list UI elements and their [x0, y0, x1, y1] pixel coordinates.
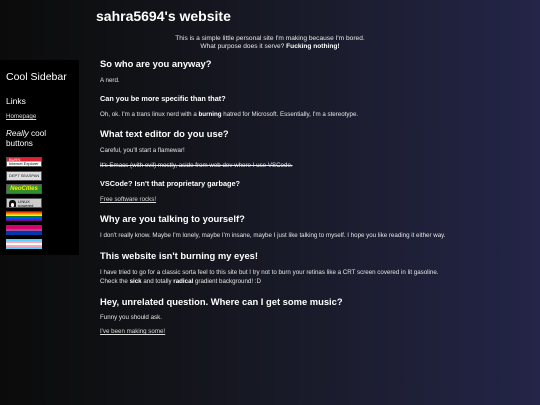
heading-who-are-you: So who are you anyway?	[100, 58, 212, 69]
intro-line-2: What purpose does it serve? Fucking noth…	[120, 43, 420, 51]
intro-text: This is a simple little personal site I'…	[120, 35, 420, 51]
answer-nerd: A nerd.	[100, 77, 120, 84]
links-heading: Links	[6, 96, 26, 106]
gradient-sick: sick	[129, 277, 142, 285]
answer-talking: I don't really know. Maybe I'm lonely, m…	[100, 232, 446, 239]
answer-emacs: It's Emacs (with evil) mostly, aside fro…	[100, 162, 293, 169]
heading-music: Hey, unrelated question. Where can I get…	[100, 296, 343, 307]
free-software-link[interactable]: Free software rocks!	[100, 196, 156, 205]
answer-specific-pre: Oh, ok. I'm a trans linux nerd with a	[100, 111, 199, 118]
answer-specific-post: hatred for Microsoft. Essentially, I'm a…	[221, 111, 359, 118]
answer-funny: Funny you should ask.	[100, 314, 162, 321]
cool-italic: Really	[6, 129, 29, 138]
rainbow-flag	[6, 211, 42, 222]
linux-badge-line2: powered	[18, 202, 34, 208]
answer-flamewar: Careful, you'll start a flamewar!	[100, 147, 185, 154]
heading-burning-eyes: This website isn't burning my eyes!	[100, 250, 258, 261]
gradient-radical: radical	[173, 277, 194, 285]
heading-talking-to-yourself: Why are you talking to yourself?	[100, 213, 245, 224]
heading-vscode: VSCode? Isn't that proprietary garbage?	[100, 179, 240, 188]
badge-list: BURN Internet Explorer DEPT SEASPAN NeoC…	[6, 157, 74, 252]
cool-line2: buttons	[6, 139, 33, 148]
answer-gradient: Check the sick and totally radical gradi…	[100, 278, 261, 287]
intro-answer: Fucking nothing!	[286, 43, 340, 50]
sidebar: Cool Sidebar Links Homepage Really cool …	[0, 60, 79, 255]
intro-line-1: This is a simple little personal site I'…	[175, 35, 365, 42]
bi-flag	[6, 224, 42, 235]
answer-specific-bold: burning	[198, 111, 222, 118]
answer-specific: Oh, ok. I'm a trans linux nerd with a bu…	[100, 111, 358, 120]
neocities-badge[interactable]: NeoCities	[6, 184, 42, 195]
gradient-pre: Check the	[100, 277, 130, 285]
heading-more-specific: Can you be more specific than that?	[100, 94, 226, 103]
linux-badge[interactable]: LINUX powered	[6, 197, 42, 208]
penguin-icon	[9, 199, 16, 207]
gradient-mid: and totally	[141, 277, 174, 285]
cool-buttons-heading: Really cool buttons	[6, 129, 74, 149]
burn-ie-badge[interactable]: BURN Internet Explorer	[6, 157, 42, 167]
dept-badge[interactable]: DEPT SEASPAN	[6, 170, 42, 181]
burn-badge-line2: Internet Explorer	[9, 161, 39, 166]
heading-text-editor: What text editor do you use?	[100, 128, 229, 139]
music-link[interactable]: I've been making some!	[100, 328, 165, 337]
trans-flag	[6, 238, 42, 249]
cool-rest: cool	[28, 129, 47, 138]
answer-crt: I have tried to go for a classic sorta f…	[100, 269, 439, 276]
site-title: sahra5694's website	[96, 8, 231, 24]
gradient-post: gradient background! :D	[193, 277, 261, 285]
intro-question: What purpose does it serve?	[200, 43, 287, 50]
homepage-link[interactable]: Homepage	[6, 113, 74, 120]
sidebar-title: Cool Sidebar	[6, 71, 67, 83]
